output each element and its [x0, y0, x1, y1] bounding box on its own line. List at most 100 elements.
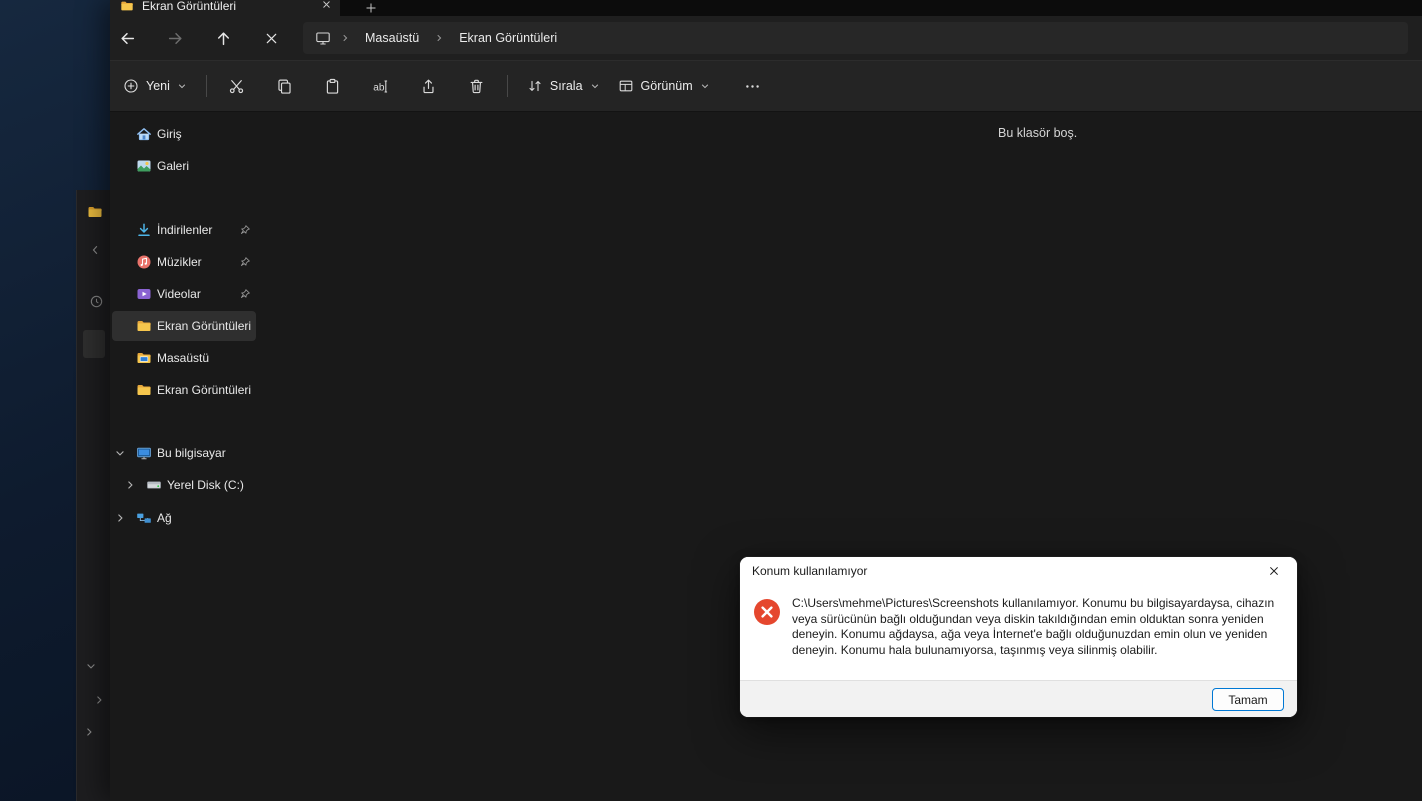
clock-icon [90, 295, 103, 308]
rename-icon: ab [374, 79, 388, 93]
chevron-down-icon [701, 84, 708, 89]
scissors-icon [230, 79, 244, 93]
sidebar-item-videos[interactable]: Videolar [112, 279, 256, 309]
sidebar-item-downloads[interactable]: İndirilenler [112, 215, 256, 245]
computer-icon [316, 32, 330, 45]
new-button[interactable]: Yeni [123, 69, 196, 103]
rename-button[interactable]: ab [361, 69, 401, 103]
sidebar-item-label: Giriş [157, 127, 182, 141]
expand-chevron[interactable] [114, 447, 126, 459]
home-icon [137, 128, 151, 141]
paste-button[interactable] [313, 69, 353, 103]
share-button[interactable] [409, 69, 449, 103]
expand-chevron[interactable] [124, 479, 136, 491]
command-bar: Yeni ab Sırala Görünüm [110, 60, 1422, 112]
sort-icon [529, 80, 541, 92]
folder-icon [137, 321, 151, 331]
sidebar-item-label: Ağ [157, 511, 172, 525]
computer-icon [137, 447, 151, 460]
sidebar-item-this-pc[interactable]: Bu bilgisayar [112, 438, 256, 468]
sidebar-item-screenshots[interactable]: Ekran Görüntüleri [112, 311, 256, 341]
view-button-label: Görünüm [640, 79, 693, 93]
disk-icon [147, 481, 161, 489]
plus-circle-icon [124, 79, 138, 93]
chevron-right-icon [118, 514, 123, 522]
sidebar-item-music[interactable]: Müzikler [112, 247, 256, 277]
close-icon [323, 1, 330, 8]
toolbar-separator [506, 75, 508, 97]
background-selection [83, 330, 105, 358]
background-window[interactable] [76, 190, 110, 801]
music-icon [137, 255, 151, 269]
sidebar-item-label: Ekran Görüntüleri [157, 383, 252, 397]
dialog-footer: Tamam [740, 680, 1297, 717]
sort-button[interactable]: Sırala [518, 69, 609, 103]
dialog-body: C:\Users\mehme\Pictures\Screenshots kull… [740, 585, 1297, 680]
sidebar-item-network[interactable]: Ağ [112, 503, 256, 533]
chevron-down-icon [87, 664, 95, 669]
ok-button[interactable]: Tamam [1212, 688, 1284, 711]
sidebar: Giriş Galeri İndirilenler Müzikler Video… [110, 112, 258, 801]
chevron-down-icon [591, 84, 598, 89]
stop-button[interactable] [255, 22, 287, 54]
share-icon [423, 79, 434, 93]
arrow-up-icon [217, 31, 229, 45]
cut-button[interactable] [217, 69, 257, 103]
sidebar-item-label: Müzikler [157, 255, 202, 269]
chevron-left-icon [92, 245, 98, 255]
clipboard-icon [327, 78, 339, 94]
tab-close-button[interactable] [321, 0, 332, 10]
folder-icon [137, 385, 151, 395]
empty-folder-message: Bu klasör boş. [998, 126, 1078, 140]
sidebar-item-label: İndirilenler [157, 223, 213, 237]
folder-icon [88, 207, 102, 217]
delete-button[interactable] [457, 69, 497, 103]
copy-button[interactable] [265, 69, 305, 103]
download-icon [138, 223, 150, 236]
address-bar[interactable]: Masaüstü Ekran Görüntüleri [303, 22, 1408, 54]
tab-bar: Ekran Görüntüleri [110, 0, 1422, 16]
dialog-close-button[interactable] [1258, 560, 1290, 582]
dialog-title-bar: Konum kullanılamıyor [740, 557, 1297, 585]
plus-icon [366, 2, 376, 13]
sidebar-item-gallery[interactable]: Galeri [112, 151, 256, 181]
breadcrumb-item-desktop[interactable]: Masaüstü [359, 29, 425, 47]
back-button[interactable] [111, 22, 143, 54]
explorer-tab[interactable]: Ekran Görüntüleri [110, 0, 340, 16]
screen: Ekran Görüntüleri Masaüstü Ekran Görüntü… [0, 0, 1422, 801]
view-button[interactable]: Görünüm [609, 69, 719, 103]
tab-title: Ekran Görüntüleri [142, 0, 237, 13]
forward-button[interactable] [159, 22, 191, 54]
breadcrumb-root[interactable] [315, 30, 331, 46]
pin-icon [240, 257, 250, 266]
chevron-down-icon [178, 84, 186, 89]
dialog-message: C:\Users\mehme\Pictures\Screenshots kull… [792, 596, 1275, 657]
sidebar-item-desktop[interactable]: Masaüstü [112, 343, 256, 373]
up-button[interactable] [207, 22, 239, 54]
error-dialog: Konum kullanılamıyor C:\Users\mehme\Pict… [740, 557, 1297, 717]
svg-text:ab: ab [374, 82, 386, 93]
dialog-title: Konum kullanılamıyor [752, 564, 868, 578]
breadcrumb-item-screenshots[interactable]: Ekran Görüntüleri [453, 29, 563, 47]
pin-icon [240, 289, 250, 298]
desktop-folder-icon [137, 353, 151, 363]
more-button[interactable] [733, 69, 773, 103]
sidebar-item-home[interactable]: Giriş [112, 119, 256, 149]
view-icon [619, 80, 632, 92]
chevron-right-icon [437, 34, 442, 42]
ellipsis-icon [746, 84, 759, 88]
trash-icon [470, 79, 483, 93]
sidebar-item-label: Yerel Disk (C:) [167, 478, 244, 492]
navigation-bar: Masaüstü Ekran Görüntüleri [110, 16, 1422, 60]
new-tab-button[interactable] [360, 0, 382, 14]
expand-chevron[interactable] [114, 512, 126, 524]
sidebar-item-local-disk[interactable]: Yerel Disk (C:) [112, 470, 256, 500]
chevron-down-icon [116, 451, 124, 456]
folder-icon [121, 1, 133, 11]
arrow-right-icon [168, 32, 182, 44]
chevron-right-icon [128, 481, 133, 489]
sidebar-item-label: Masaüstü [157, 351, 210, 365]
sidebar-item-label: Videolar [157, 287, 201, 301]
sidebar-item-screenshots-2[interactable]: Ekran Görüntüleri [112, 375, 256, 405]
chevron-right-icon [97, 696, 102, 704]
